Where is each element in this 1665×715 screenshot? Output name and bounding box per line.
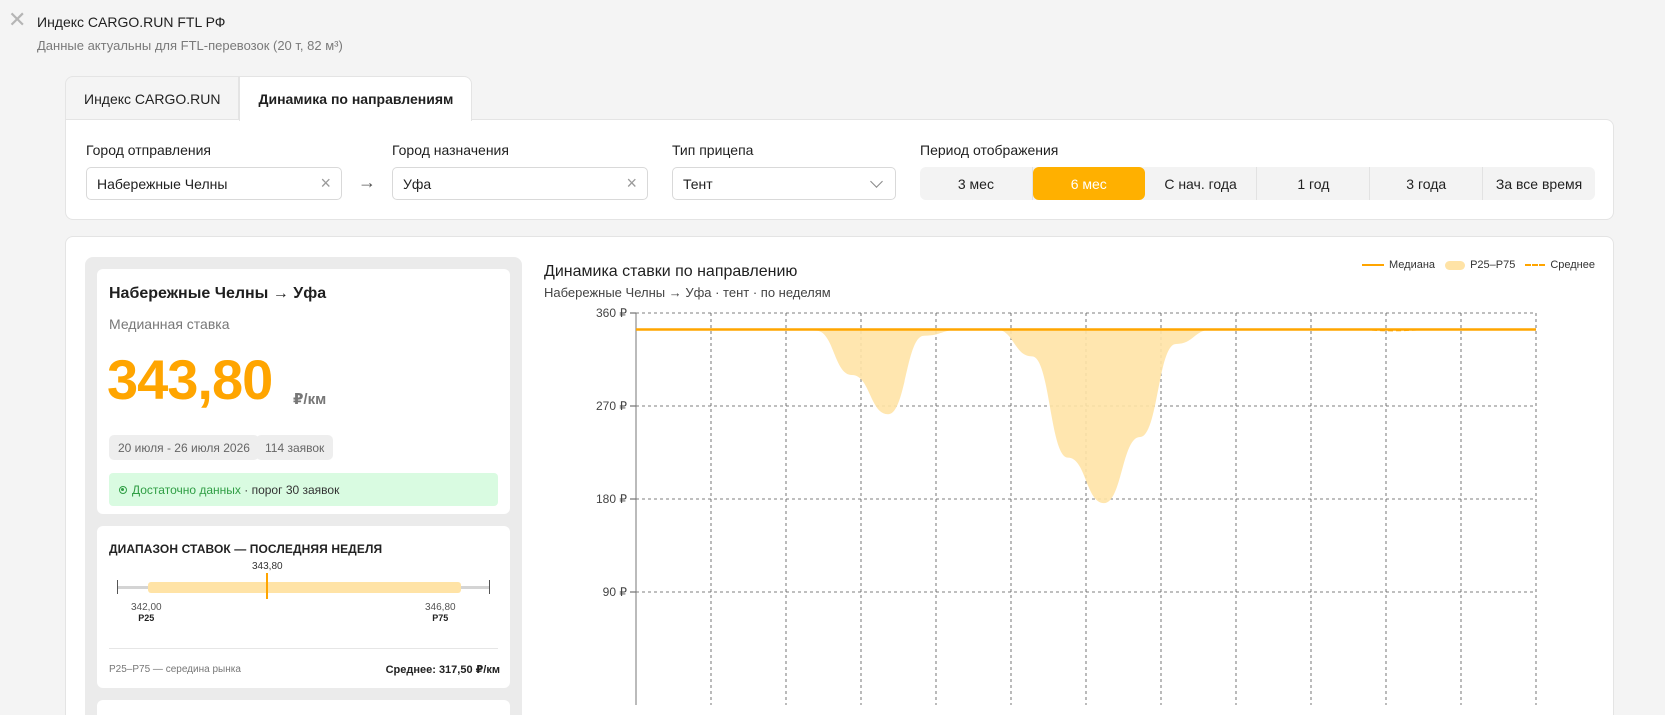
legend-band[interactable]: P25–P75 xyxy=(1445,259,1515,271)
range-p25: 342,00 P25 xyxy=(131,602,162,623)
next-card xyxy=(97,700,510,715)
close-icon[interactable]: ✕ xyxy=(8,9,26,31)
period-1y-button[interactable]: 1 год xyxy=(1257,167,1371,200)
median-value: 343,80 xyxy=(107,348,273,411)
y-tick-label: 360 ₽ xyxy=(596,306,627,320)
period-label: Период отображения xyxy=(920,142,1059,158)
chart-subtitle: Набережные Челны → Уфа · тент · по недел… xyxy=(544,285,831,300)
range-median-label: 343,80 xyxy=(252,561,283,572)
clear-origin-icon[interactable]: × xyxy=(320,173,331,194)
range-footer-note: P25–P75 — середина рынка xyxy=(109,664,241,675)
range-p25-value: 342,00 xyxy=(131,602,162,613)
range-min-tick xyxy=(117,580,118,594)
origin-label: Город отправления xyxy=(86,142,212,158)
summary-column: Набережные Челны → Уфа Медианная ставка … xyxy=(85,257,522,715)
chevron-down-icon xyxy=(870,174,883,188)
main-panel: Набережные Челны → Уфа Медианная ставка … xyxy=(65,236,1614,715)
y-tick-label: 180 ₽ xyxy=(596,492,627,506)
period-6m-button[interactable]: 6 мес xyxy=(1032,167,1145,200)
median-label: Медианная ставка xyxy=(109,316,230,332)
status-threshold-text: · порог 30 заявок xyxy=(240,482,340,497)
range-p25-label: P25 xyxy=(138,613,155,623)
destination-label: Город назначения xyxy=(392,142,509,158)
period-selector: 3 мес 6 мес С нач. года 1 год 3 года За … xyxy=(920,167,1595,200)
origin-field[interactable]: Набережные Челны × xyxy=(86,167,342,200)
orders-count-badge: 114 заявок xyxy=(256,435,334,460)
legend-band-swatch xyxy=(1445,260,1466,270)
page-subtitle: Данные актуальны для FTL-перевозок (20 т… xyxy=(37,38,343,53)
rate-dynamics-chart[interactable]: 360 ₽ 270 ₽ 180 ₽ 90 ₽ xyxy=(586,301,1586,715)
date-range-badge: 20 июля - 26 июля 2026 xyxy=(109,435,259,460)
range-p75-label: P75 xyxy=(432,613,449,623)
period-3m-button[interactable]: 3 мес xyxy=(920,167,1033,200)
legend-mean[interactable]: Среднее xyxy=(1525,259,1595,271)
legend-median-swatch xyxy=(1362,264,1385,266)
legend-mean-swatch xyxy=(1525,264,1546,266)
legend-median-label: Медиана xyxy=(1389,259,1436,271)
rate-range-card: ДИАПАЗОН СТАВОК — ПОСЛЕДНЯЯ НЕДЕЛЯ 343,8… xyxy=(97,526,510,688)
data-sufficiency-status: Достаточно данных · порог 30 заявок xyxy=(109,473,498,506)
legend-mean-label: Среднее xyxy=(1550,259,1595,271)
period-all-button[interactable]: За все время xyxy=(1483,167,1595,200)
status-ok-text: Достаточно данных xyxy=(132,482,241,497)
chart-title: Динамика ставки по направлению xyxy=(544,263,798,280)
y-tick-label: 270 ₽ xyxy=(596,399,627,413)
range-max-tick xyxy=(489,580,490,594)
range-median-marker xyxy=(266,573,268,599)
origin-value: Набережные Челны xyxy=(97,175,228,192)
tab-route-dynamics[interactable]: Динамика по направлениям xyxy=(239,76,473,121)
destination-value: Уфа xyxy=(403,175,432,192)
y-tick-label: 90 ₽ xyxy=(603,585,628,599)
range-divider xyxy=(109,648,498,649)
trailer-select[interactable]: Тент xyxy=(672,167,896,200)
destination-field[interactable]: Уфа × xyxy=(392,167,648,200)
range-mean-value: Среднее: 317,50 ₽/км xyxy=(385,664,500,676)
legend-band-label: P25–P75 xyxy=(1470,259,1516,271)
tab-bar: Индекс CARGO.RUN Динамика по направления… xyxy=(65,76,473,121)
page-title: Индекс CARGO.RUN FTL РФ xyxy=(37,14,226,30)
period-ytd-button[interactable]: С нач. года xyxy=(1145,167,1258,200)
p25-p75-band xyxy=(636,328,1536,504)
range-p25-p75-band xyxy=(148,582,461,593)
tab-index[interactable]: Индекс CARGO.RUN xyxy=(65,76,240,120)
route-summary-card: Набережные Челны → Уфа Медианная ставка … xyxy=(97,269,510,514)
period-3y-button[interactable]: 3 года xyxy=(1370,167,1484,200)
clear-destination-icon[interactable]: × xyxy=(626,173,637,194)
filter-panel: Город отправления Набережные Челны × → Г… xyxy=(65,119,1614,220)
range-p75: 346,80 P75 xyxy=(425,602,456,623)
arrow-right-icon: → xyxy=(358,172,376,192)
route-title: Набережные Челны → Уфа xyxy=(109,285,327,302)
trailer-label: Тип прицепа xyxy=(672,142,754,158)
status-dot-icon xyxy=(119,485,127,494)
trailer-value: Тент xyxy=(683,175,713,192)
range-title: ДИАПАЗОН СТАВОК — ПОСЛЕДНЯЯ НЕДЕЛЯ xyxy=(109,542,383,556)
range-p75-value: 346,80 xyxy=(425,602,456,613)
legend-median[interactable]: Медиана xyxy=(1362,259,1435,271)
median-unit: ₽/км xyxy=(293,391,327,408)
chart-legend: Медиана P25–P75 Среднее xyxy=(1362,259,1595,271)
